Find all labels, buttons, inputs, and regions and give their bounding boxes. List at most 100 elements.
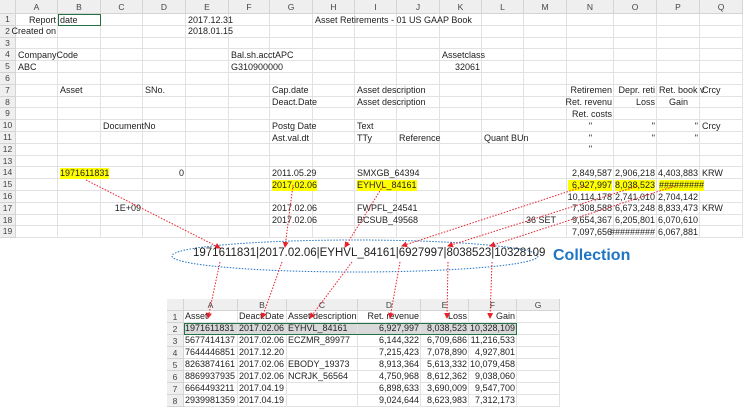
cell[interactable] — [229, 73, 270, 85]
cell[interactable] — [270, 226, 313, 239]
cell[interactable] — [482, 49, 524, 62]
cell-G11[interactable]: Ast.val.dt — [272, 133, 309, 144]
cell-N7[interactable]: Retiremen — [570, 85, 612, 96]
cell[interactable] — [287, 395, 358, 407]
column-header-H[interactable]: H — [313, 0, 355, 14]
cell-P19[interactable]: 6,067,881 — [658, 227, 698, 238]
cell-H1[interactable]: Asset Retirements - 01 US GAAP Book — [315, 15, 472, 26]
cell[interactable]: 2939981359 — [184, 395, 238, 407]
cell[interactable] — [700, 61, 743, 73]
corner[interactable] — [0, 0, 16, 14]
cell[interactable] — [614, 25, 657, 38]
cell[interactable] — [355, 61, 397, 73]
cell[interactable] — [58, 120, 101, 132]
cell[interactable] — [614, 37, 657, 50]
cell[interactable] — [143, 37, 186, 50]
cell[interactable] — [700, 25, 743, 38]
cell[interactable] — [186, 179, 229, 191]
cell[interactable] — [657, 49, 700, 62]
cell-A2[interactable]: Created on — [11, 26, 56, 37]
cell-O14[interactable]: 2,906,218 — [615, 168, 655, 179]
cell[interactable] — [143, 14, 186, 26]
cell[interactable] — [186, 143, 229, 156]
cell[interactable] — [482, 25, 524, 38]
cell[interactable] — [186, 167, 229, 180]
cell[interactable] — [524, 143, 567, 156]
cell[interactable] — [524, 96, 567, 109]
cell[interactable] — [700, 214, 743, 227]
cell[interactable]: 9,547,700 — [469, 383, 517, 395]
cell[interactable] — [313, 25, 355, 38]
cell[interactable] — [313, 167, 355, 180]
cell[interactable] — [567, 49, 614, 62]
cell[interactable] — [524, 120, 567, 132]
cell[interactable] — [355, 143, 397, 156]
cell[interactable] — [186, 108, 229, 121]
cell[interactable] — [229, 214, 270, 227]
cell[interactable] — [700, 226, 743, 239]
column-header-E[interactable]: E — [421, 299, 469, 311]
cell[interactable] — [700, 37, 743, 50]
row-header-19[interactable]: 19 — [0, 226, 16, 239]
cell[interactable] — [58, 73, 101, 85]
cell-I14[interactable]: SMXGB_64394 — [357, 168, 420, 179]
row-header-3[interactable]: 3 — [167, 335, 184, 347]
row-header-18[interactable]: 18 — [0, 214, 16, 227]
cell[interactable] — [229, 37, 270, 50]
cell[interactable] — [186, 37, 229, 50]
cell-E1[interactable]: 2017.12.31 — [188, 15, 233, 26]
cell-P15[interactable]: ######### — [659, 179, 705, 191]
cell[interactable] — [16, 226, 58, 239]
column-header-C[interactable]: C — [101, 0, 143, 14]
cell[interactable] — [524, 49, 567, 62]
cell[interactable] — [229, 202, 270, 215]
cell[interactable] — [440, 167, 482, 180]
cell[interactable] — [101, 132, 143, 144]
row-header-14[interactable]: 14 — [0, 167, 16, 180]
cell[interactable] — [143, 226, 186, 239]
cell-G14[interactable]: 2011.05.29 — [272, 168, 316, 179]
cell[interactable] — [229, 120, 270, 132]
cell[interactable] — [614, 73, 657, 85]
cell-F5[interactable]: G310900000 — [231, 62, 283, 73]
cell[interactable] — [101, 25, 143, 38]
cell[interactable] — [657, 155, 700, 168]
column-title[interactable] — [517, 311, 560, 323]
row-header-4[interactable]: 4 — [0, 49, 16, 62]
cell[interactable] — [101, 84, 143, 97]
cell[interactable] — [270, 73, 313, 85]
cell-E2[interactable]: 2018.01.15 — [188, 26, 233, 37]
cell[interactable]: 7,312,173 — [469, 395, 517, 407]
cell-Q7[interactable]: Crcy — [702, 85, 721, 96]
cell[interactable] — [270, 143, 313, 156]
cell[interactable] — [58, 191, 101, 203]
column-header-B[interactable]: B — [58, 0, 101, 14]
row-header-15[interactable]: 15 — [0, 179, 16, 191]
cell[interactable] — [614, 155, 657, 168]
column-header-Q[interactable]: Q — [700, 0, 743, 14]
cell[interactable] — [186, 120, 229, 132]
cell[interactable] — [270, 14, 313, 26]
column-title[interactable]: Loss — [421, 311, 469, 323]
cell[interactable]: EBODY_19373 — [287, 359, 358, 371]
cell[interactable] — [313, 132, 355, 144]
column-header-M[interactable]: M — [524, 0, 567, 14]
column-title[interactable]: Ret. revenue — [358, 311, 421, 323]
cell[interactable]: 2017.04.19 — [238, 395, 287, 407]
cell[interactable] — [397, 73, 440, 85]
cell[interactable]: 11,216,533 — [469, 335, 517, 347]
cell-Q14[interactable]: KRW — [702, 168, 723, 179]
cell[interactable] — [355, 108, 397, 121]
cell[interactable] — [313, 49, 355, 62]
cell-O8[interactable]: Loss — [636, 97, 655, 108]
column-header-B[interactable]: B — [238, 299, 287, 311]
row-header-10[interactable]: 10 — [0, 120, 16, 132]
column-title[interactable]: Asset description — [287, 311, 358, 323]
cell[interactable] — [270, 108, 313, 121]
cell[interactable]: 8,612,362 — [421, 371, 469, 383]
cell[interactable] — [524, 84, 567, 97]
cell[interactable] — [524, 73, 567, 85]
cell-C17[interactable]: 1E+09 — [115, 203, 141, 214]
cell[interactable] — [16, 132, 58, 144]
row-header-5[interactable]: 5 — [167, 359, 184, 371]
